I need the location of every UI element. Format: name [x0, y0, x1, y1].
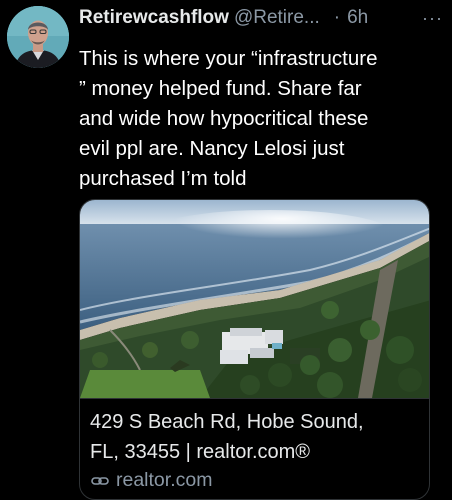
card-title-line: FL, 33455 | realtor.com®	[90, 441, 311, 463]
tweet-text-line: purchased I’m told	[79, 167, 247, 190]
author-name[interactable]: Retirewcashflow	[79, 7, 229, 29]
avatar-photo	[7, 6, 69, 68]
card-body[interactable]: 429 S Beach Rd, Hobe Sound, FL, 33455 | …	[80, 398, 429, 499]
tweet-text: This is where your “infrastructure ” mon…	[79, 44, 439, 194]
handle-truncation: ...	[303, 7, 320, 28]
author-avatar[interactable]	[7, 6, 69, 68]
card-domain-text: realtor.com	[116, 469, 213, 491]
header-separator: ·	[333, 7, 341, 28]
tweet-timestamp[interactable]: 6h	[347, 7, 368, 29]
tweet-text-line: ” money helped fund. Share far	[79, 77, 362, 100]
card-title: 429 S Beach Rd, Hobe Sound, FL, 33455 | …	[90, 407, 421, 467]
author-handle[interactable]: @Retire	[234, 7, 304, 29]
tweet-text-line: and wide how hypocritical these	[79, 107, 369, 130]
more-dots-icon[interactable]: ···	[422, 8, 443, 29]
tweet-text-line: evil ppl are. Nancy Lelosi just	[79, 137, 345, 160]
card-image[interactable]	[80, 200, 429, 398]
card-title-line: 429 S Beach Rd, Hobe Sound,	[90, 411, 364, 433]
link-icon	[91, 476, 109, 485]
card-domain: realtor.com	[90, 469, 421, 492]
link-preview-card[interactable]: 429 S Beach Rd, Hobe Sound, FL, 33455 | …	[79, 199, 430, 500]
tweet-text-line: This is where your “infrastructure	[79, 47, 378, 70]
aerial-beach-house-image	[80, 200, 429, 398]
tweet-header: Retirewcashflow @Retire ... · 6h ···	[79, 6, 445, 30]
